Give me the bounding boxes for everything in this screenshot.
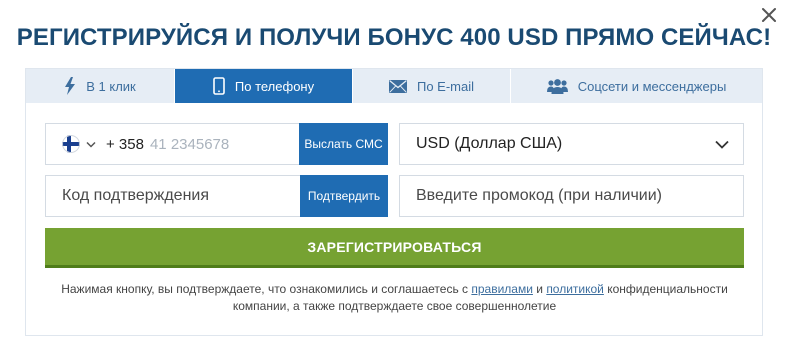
policy-link[interactable]: политикой	[546, 282, 604, 296]
currency-select[interactable]: USD (Доллар США)	[399, 123, 744, 165]
registration-tabs: В 1 клик По телефону По E-mail Соцсети и…	[26, 69, 762, 103]
send-sms-button[interactable]: Выслать СМС	[299, 123, 388, 165]
lightning-icon	[65, 77, 76, 95]
users-icon	[546, 78, 568, 94]
confirmation-code-input[interactable]	[46, 176, 300, 216]
dial-code: + 358	[106, 135, 144, 153]
envelope-icon	[388, 79, 407, 93]
phone-input[interactable]	[149, 124, 290, 164]
confirmation-code-field: Подтвердить	[45, 175, 388, 217]
chevron-down-icon	[86, 141, 96, 148]
chevron-down-icon	[715, 140, 729, 149]
rules-link[interactable]: правилами	[471, 282, 533, 296]
tab-phone[interactable]: По телефону	[175, 69, 353, 103]
promo-code-input[interactable]	[400, 176, 743, 216]
finland-flag-icon	[62, 135, 80, 153]
close-icon[interactable]	[758, 4, 780, 26]
registration-panel: В 1 клик По телефону По E-mail Соцсети и…	[25, 68, 763, 336]
tab-email[interactable]: По E-mail	[353, 69, 511, 103]
disclaimer-text: Нажимая кнопку, вы подтверждаете, что оз…	[45, 281, 744, 315]
promo-field	[399, 175, 744, 217]
phone-icon	[213, 77, 225, 95]
disclaimer-part: Нажимая кнопку, вы подтверждаете, что оз…	[61, 282, 472, 296]
tab-label: По телефону	[234, 78, 315, 94]
register-button[interactable]: ЗАРЕГИСТРИРОВАТЬСЯ	[45, 228, 744, 268]
tab-social[interactable]: Соцсети и мессенджеры	[511, 69, 762, 103]
phone-field: + 358 Выслать СМС	[45, 123, 388, 165]
confirm-button[interactable]: Подтвердить	[300, 175, 388, 217]
page-title: РЕГИСТРИРУЙСЯ И ПОЛУЧИ БОНУС 400 USD ПРЯ…	[16, 24, 772, 51]
tab-one-click[interactable]: В 1 клик	[26, 69, 175, 103]
tab-label: По E-mail	[416, 78, 475, 94]
country-select[interactable]	[46, 124, 96, 164]
disclaimer-part: и	[532, 282, 547, 296]
currency-value: USD (Доллар США)	[416, 135, 563, 152]
tab-label: Соцсети и мессенджеры	[577, 78, 727, 94]
tab-label: В 1 клик	[86, 78, 136, 94]
